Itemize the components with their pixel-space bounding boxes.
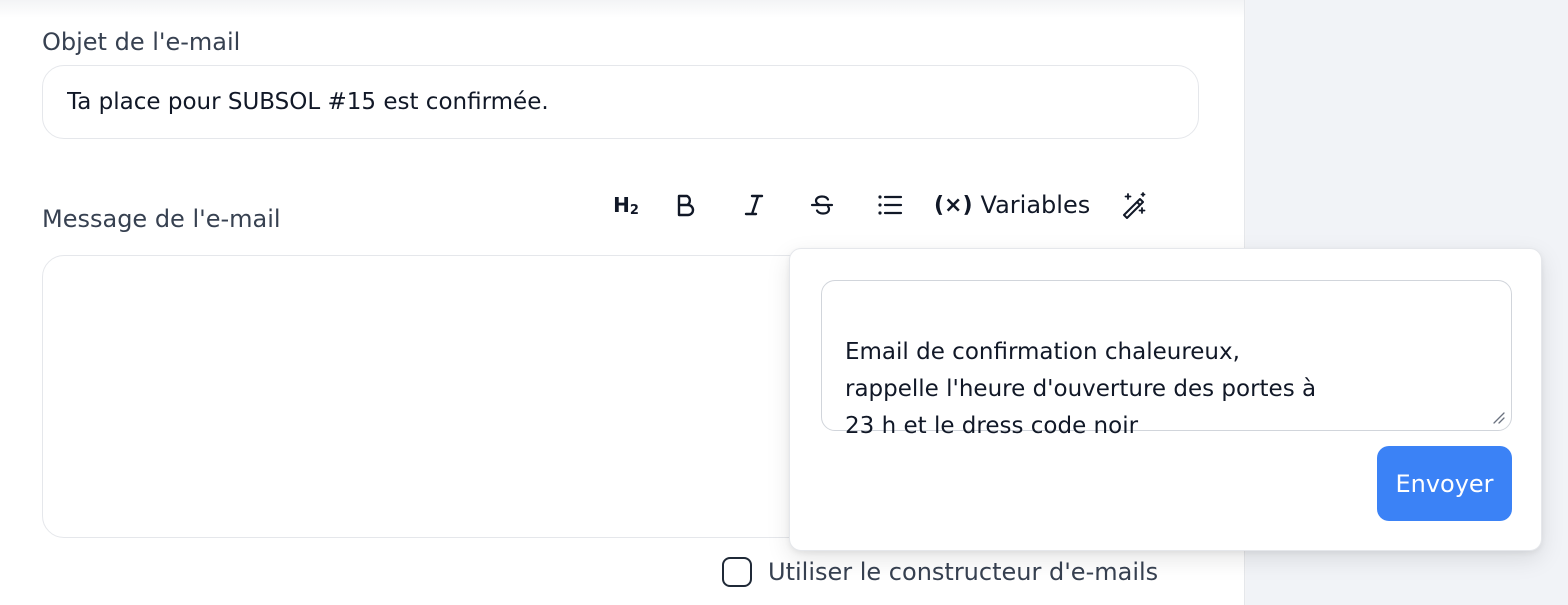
magic-wand-icon: [1123, 192, 1146, 219]
italic-icon: [744, 194, 764, 216]
ai-assist-button[interactable]: [1100, 183, 1168, 227]
subject-input[interactable]: [42, 65, 1199, 139]
editor-toolbar: H2 (×) Variables: [600, 183, 1168, 227]
variables-label: Variables: [980, 191, 1091, 219]
bullet-list-icon: [878, 195, 903, 215]
ai-prompt-textarea[interactable]: Email de confirmation chaleureux, rappel…: [821, 280, 1512, 439]
strikethrough-icon: [810, 195, 834, 215]
email-builder-toggle[interactable]: Utiliser le constructeur d'e-mails: [722, 557, 1158, 587]
variable-icon: (×): [934, 192, 973, 218]
italic-button[interactable]: [720, 183, 788, 227]
email-builder-label: Utiliser le constructeur d'e-mails: [768, 558, 1159, 586]
bold-button[interactable]: [652, 183, 720, 227]
send-button[interactable]: Envoyer: [1377, 446, 1512, 521]
ai-prompt-popover: Email de confirmation chaleureux, rappel…: [789, 248, 1542, 551]
heading-2-icon: H2: [613, 193, 639, 218]
bold-icon: [677, 194, 695, 217]
message-label: Message de l'e-mail: [42, 205, 281, 233]
resize-handle-icon[interactable]: [1491, 410, 1505, 424]
email-builder-checkbox[interactable]: [722, 557, 752, 587]
subject-label: Objet de l'e-mail: [42, 28, 241, 56]
bullet-list-button[interactable]: [856, 183, 924, 227]
heading-2-button[interactable]: H2: [600, 183, 652, 227]
ai-prompt-text: Email de confirmation chaleureux, rappel…: [845, 339, 1317, 439]
strikethrough-button[interactable]: [788, 183, 856, 227]
variables-button[interactable]: (×) Variables: [924, 183, 1100, 227]
